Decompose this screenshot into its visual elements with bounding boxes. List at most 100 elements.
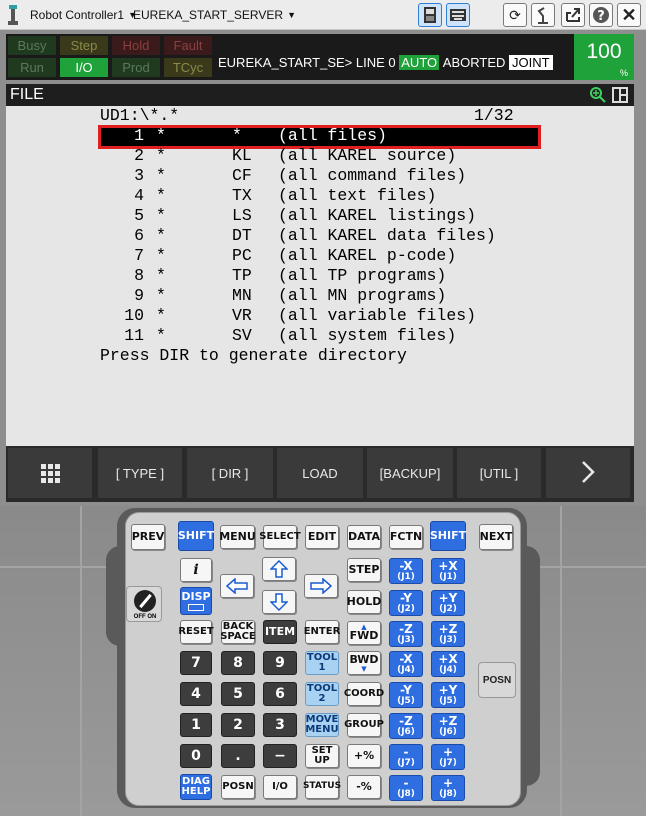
file-type-row[interactable]: 1 * * (all files) — [100, 126, 387, 146]
export-icon[interactable] — [561, 3, 585, 27]
f1-type-button[interactable]: [ TYPE ] — [98, 448, 182, 498]
jog-key[interactable]: + (J8) — [431, 775, 465, 801]
key-1[interactable]: 1 — [180, 713, 212, 737]
diag-help-key[interactable]: DIAG HELP — [180, 774, 212, 800]
tool2-key[interactable]: TOOL 2 — [305, 682, 339, 706]
io-key[interactable]: I/O — [263, 775, 297, 799]
jog-key[interactable]: -X (J4) — [389, 651, 423, 677]
setup-key[interactable]: SET UP — [305, 744, 339, 768]
file-type-row[interactable]: 4 * TX (all text files) — [100, 186, 436, 206]
select-key[interactable]: SELECT — [259, 525, 301, 549]
minus-percent-key[interactable]: -% — [347, 775, 381, 799]
jog-key[interactable]: -X (J1) — [389, 558, 423, 584]
menu-key[interactable]: MENU — [219, 525, 256, 549]
f4-backup-button[interactable]: [BACKUP] — [367, 448, 453, 498]
info-key[interactable]: i — [180, 558, 212, 582]
file-type-row[interactable]: 10 * VR (all variable files) — [100, 306, 476, 326]
step-key[interactable]: STEP — [347, 558, 381, 582]
shift-right-key[interactable]: SHIFT — [430, 521, 466, 551]
item-key[interactable]: ITEM — [263, 620, 297, 644]
key-4[interactable]: 4 — [180, 682, 212, 706]
jog-key[interactable]: +Z (J6) — [431, 713, 465, 739]
jog-key[interactable]: +X (J4) — [431, 651, 465, 677]
tool1-key[interactable]: TOOL 1 — [305, 651, 339, 675]
key-8[interactable]: 8 — [221, 651, 255, 675]
jog-joint-label: (J7) — [439, 757, 457, 768]
help-icon[interactable]: ? — [589, 3, 613, 27]
key-2[interactable]: 2 — [221, 713, 255, 737]
file-type-row[interactable]: 8 * TP (all TP programs) — [100, 266, 446, 286]
plus-percent-key[interactable]: +% — [347, 744, 381, 768]
group-key[interactable]: GROUP — [344, 713, 384, 737]
key-7[interactable]: 7 — [180, 651, 212, 675]
file-type-row[interactable]: 2 * KL (all KAREL source) — [100, 146, 456, 166]
keyboard-icon[interactable] — [446, 3, 470, 27]
tp-icon[interactable] — [418, 3, 442, 27]
file-type-row[interactable]: 6 * DT (all KAREL data files) — [100, 226, 496, 246]
hold-key[interactable]: HOLD — [347, 590, 381, 614]
shift-left-key[interactable]: SHIFT — [178, 521, 214, 551]
arrow-up-key[interactable] — [262, 557, 296, 581]
zoom-in-icon[interactable] — [589, 86, 607, 104]
pendant-on-off-switch[interactable]: OFF ON — [126, 586, 162, 622]
jog-key[interactable]: - (J8) — [389, 775, 423, 801]
controller-selector[interactable]: Robot Controller1 ▼ — [30, 8, 137, 22]
split-screen-icon[interactable] — [612, 87, 628, 103]
jog-key[interactable]: +X (J1) — [431, 558, 465, 584]
menu-grid-button[interactable] — [8, 448, 92, 498]
jog-key[interactable]: -Y (J2) — [389, 590, 423, 616]
key-3[interactable]: 3 — [263, 713, 297, 737]
directory-path: UD1:\*.* — [100, 106, 180, 125]
next-key[interactable]: NEXT — [479, 524, 513, 550]
jog-key[interactable]: +Y (J5) — [431, 682, 465, 708]
bwd-key[interactable]: BWD ▼ — [347, 651, 381, 675]
key-5[interactable]: 5 — [221, 682, 255, 706]
arrow-down-key[interactable] — [262, 590, 296, 614]
next-page-button[interactable] — [546, 448, 630, 498]
fwd-key[interactable]: ▲ FWD — [347, 621, 381, 645]
key-0[interactable]: 0 — [180, 744, 212, 768]
jog-key[interactable]: + (J7) — [431, 744, 465, 770]
file-type-row[interactable]: 7 * PC (all KAREL p-code) — [100, 246, 456, 266]
f5-util-button[interactable]: [UTIL ] — [457, 448, 541, 498]
key-6[interactable]: 6 — [263, 682, 297, 706]
move-menu-key[interactable]: MOVE MENU — [305, 713, 339, 737]
key-minus[interactable]: − — [263, 744, 297, 768]
reset-key[interactable]: RESET — [178, 620, 214, 644]
jog-key[interactable]: - (J7) — [389, 744, 423, 770]
fctn-key[interactable]: FCTN — [389, 525, 423, 549]
jog-key[interactable]: +Z (J3) — [431, 621, 465, 647]
file-type-row[interactable]: 5 * LS (all KAREL listings) — [100, 206, 476, 226]
file-type-row[interactable]: 11 * SV (all system files) — [100, 326, 456, 346]
jog-joint-label: (J1) — [439, 571, 457, 582]
disp-key[interactable]: DISP — [180, 587, 212, 615]
backspace-key[interactable]: BACK SPACE — [220, 620, 256, 644]
status-key[interactable]: STATUS — [303, 775, 341, 799]
prev-key[interactable]: PREV — [131, 524, 165, 550]
arrow-left-key[interactable] — [220, 574, 254, 598]
jog-key[interactable]: +Y (J2) — [431, 590, 465, 616]
refresh-icon[interactable]: ⟳ — [503, 3, 527, 27]
hint-text: Press DIR to generate directory — [100, 346, 407, 365]
data-key[interactable]: DATA — [347, 525, 381, 549]
jog-key[interactable]: -Z (J6) — [389, 713, 423, 739]
file-type-row[interactable]: 3 * CF (all command files) — [100, 166, 466, 186]
side-posn-button[interactable]: POSN — [478, 662, 516, 698]
f2-dir-button[interactable]: [ DIR ] — [187, 448, 273, 498]
robot-icon[interactable] — [531, 3, 555, 27]
jog-axis-label: +Z — [438, 621, 458, 636]
jog-key[interactable]: -Z (J3) — [389, 621, 423, 647]
arrow-right-key[interactable] — [304, 574, 338, 598]
speed-override[interactable]: 100 % — [574, 34, 634, 80]
close-icon[interactable]: ✕ — [617, 3, 641, 27]
key-dot[interactable]: . — [221, 744, 255, 768]
enter-key[interactable]: ENTER — [304, 620, 340, 644]
program-selector[interactable]: EUREKA_START_SERVER ▼ — [133, 8, 296, 22]
edit-key[interactable]: EDIT — [305, 525, 339, 549]
file-type-row[interactable]: 9 * MN (all MN programs) — [100, 286, 446, 306]
jog-key[interactable]: -Y (J5) — [389, 682, 423, 708]
key-9[interactable]: 9 — [263, 651, 297, 675]
coord-key[interactable]: COORD — [344, 682, 384, 706]
posn-key[interactable]: POSN — [221, 775, 255, 799]
f3-load-button[interactable]: LOAD — [277, 448, 363, 498]
